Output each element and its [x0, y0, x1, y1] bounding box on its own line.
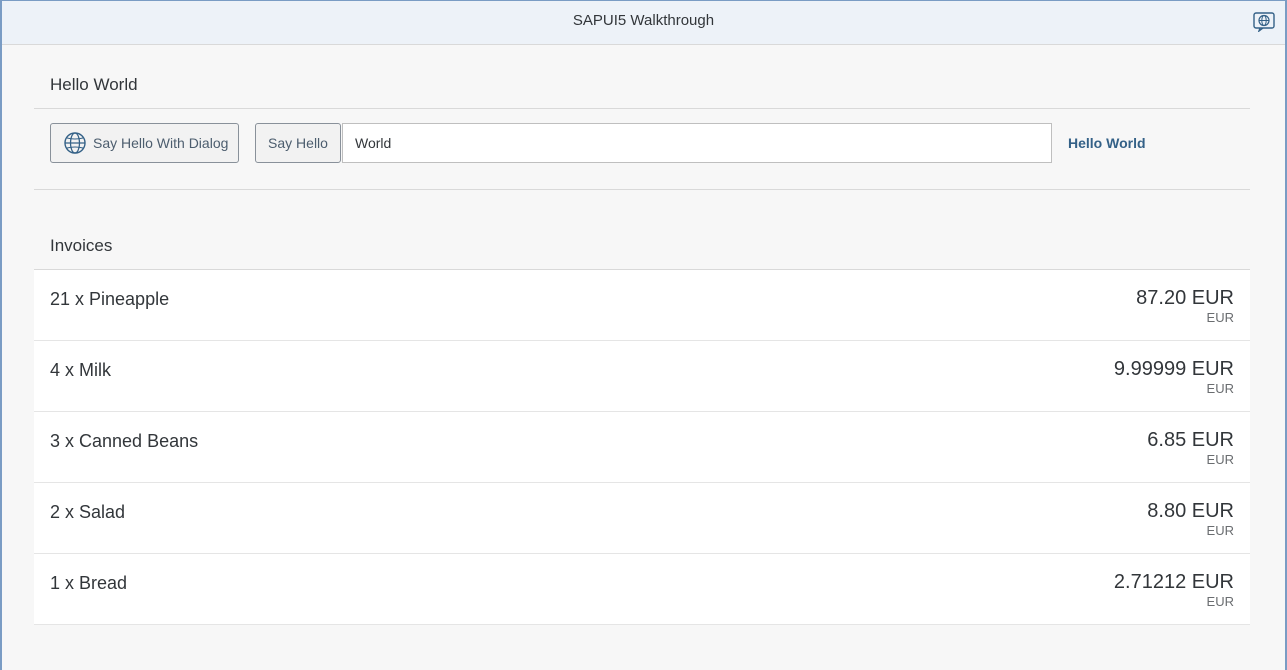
app-title: SAPUI5 Walkthrough — [572, 12, 715, 29]
invoices-title: Invoices — [50, 236, 113, 255]
language-button[interactable] — [1251, 9, 1277, 35]
invoice-currency: EUR — [1206, 381, 1234, 396]
app-frame: SAPUI5 Walkthrough Hello World Say Hello… — [0, 0, 1287, 670]
globe-icon — [1253, 12, 1275, 32]
invoice-item[interactable]: 4 x Milk 9.99999 EUR EUR — [34, 341, 1250, 412]
divider — [34, 189, 1250, 190]
invoice-name: 4 x Milk — [50, 360, 112, 380]
invoice-item[interactable]: 21 x Pineapple 87.20 EUR EUR — [34, 270, 1250, 341]
name-input-value: World — [355, 135, 392, 151]
invoice-amount: 8.80 EUR — [1147, 500, 1234, 522]
invoice-amount: 6.85 EUR — [1147, 429, 1234, 451]
invoice-item[interactable]: 3 x Canned Beans 6.85 EUR EUR — [34, 412, 1250, 483]
invoice-name: 1 x Bread — [50, 573, 128, 593]
invoice-name: 3 x Canned Beans — [50, 431, 199, 451]
invoice-amount: 87.20 EUR — [1136, 287, 1234, 309]
shell-bar: SAPUI5 Walkthrough — [2, 1, 1285, 45]
invoice-amount: 2.71212 EUR — [1113, 571, 1234, 593]
invoice-list: 21 x Pineapple 87.20 EUR EUR 4 x Milk 9.… — [34, 269, 1250, 625]
hello-panel-title: Hello World — [50, 75, 138, 94]
say-hello-label: Say Hello — [268, 135, 328, 151]
say-hello-dialog-button[interactable]: Say Hello With Dialog — [50, 123, 239, 163]
invoice-name: 21 x Pineapple — [50, 289, 170, 309]
say-hello-dialog-label: Say Hello With Dialog — [93, 135, 229, 151]
greeting-text: Hello World — [1068, 135, 1146, 151]
invoice-currency: EUR — [1206, 452, 1234, 467]
say-hello-button[interactable]: Say Hello — [255, 123, 341, 163]
invoice-currency: EUR — [1206, 310, 1234, 325]
invoice-item[interactable]: 1 x Bread 2.71212 EUR EUR — [34, 554, 1250, 625]
invoice-currency: EUR — [1206, 594, 1234, 609]
divider — [34, 108, 1250, 109]
name-input[interactable]: World — [342, 123, 1052, 163]
invoice-item[interactable]: 2 x Salad 8.80 EUR EUR — [34, 483, 1250, 554]
invoice-currency: EUR — [1206, 523, 1234, 538]
globe-icon — [64, 132, 86, 154]
invoice-name: 2 x Salad — [50, 502, 126, 522]
invoice-amount: 9.99999 EUR — [1113, 358, 1234, 380]
